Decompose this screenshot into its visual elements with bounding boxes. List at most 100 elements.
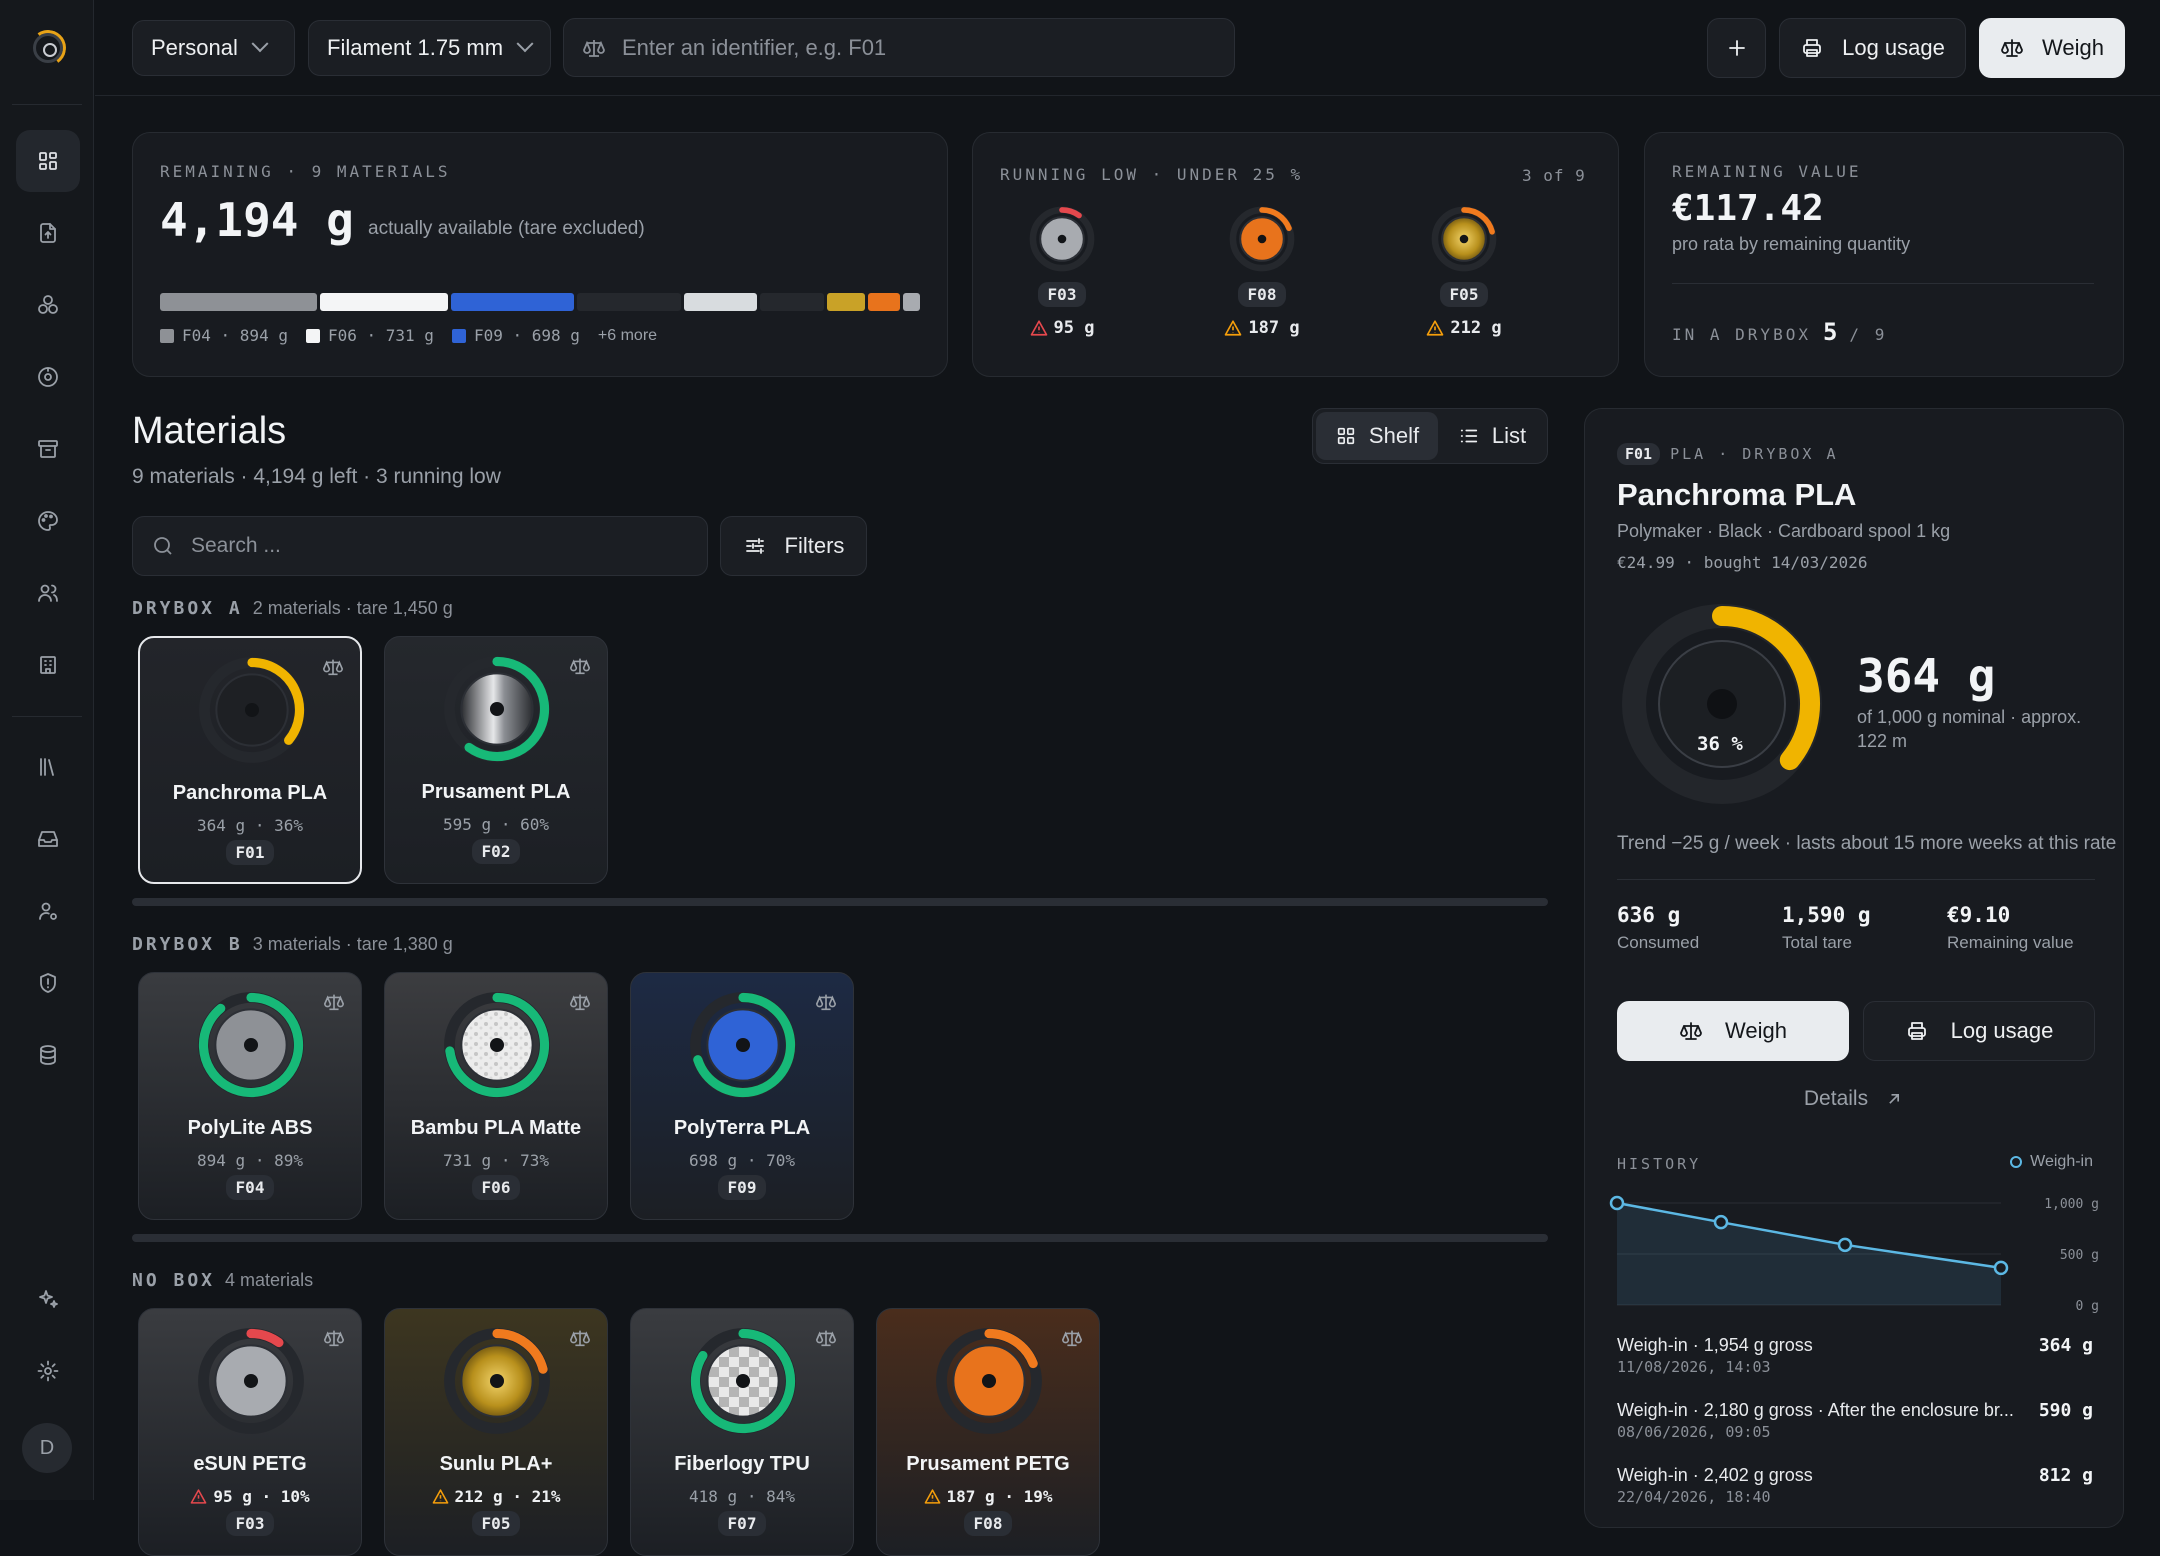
warning-icon — [924, 1489, 940, 1504]
scale-icon[interactable] — [569, 655, 591, 677]
sidebar-item-dashboard[interactable] — [16, 130, 80, 192]
detail-percent: 36 % — [1697, 733, 1743, 755]
spool-gauge — [444, 1328, 550, 1434]
weigh-button[interactable]: Weigh — [1979, 18, 2125, 78]
scale-icon[interactable] — [323, 991, 345, 1013]
material-tile-F09[interactable]: PolyTerra PLA 698 g · 70% F09 — [630, 972, 854, 1220]
history-legend-label: Weigh-in — [2030, 1153, 2093, 1170]
sidebar-item-import[interactable] — [16, 202, 80, 264]
history-row-date: 08/06/2026, 09:05 — [1617, 1423, 1771, 1441]
workspace-select[interactable]: Personal — [132, 20, 295, 76]
legend-more[interactable]: +6 more — [598, 327, 657, 345]
sidebar-item-colors[interactable] — [16, 490, 80, 552]
sidebar-item-storage[interactable] — [16, 418, 80, 480]
printer-icon — [1907, 1022, 1926, 1040]
sidebar-item-library[interactable] — [16, 736, 80, 798]
view-list-button[interactable]: List — [1440, 412, 1544, 460]
sidebar-item-spools[interactable] — [16, 346, 80, 408]
tile-stat: 894 g · 89% — [197, 1151, 303, 1170]
drybox-summary: IN A DRYBOX 5 / 9 — [1672, 318, 1887, 346]
y-tick-label: 1,000 g — [2044, 1197, 2099, 1212]
sidebar-item-user-settings[interactable] — [16, 880, 80, 942]
scale-icon[interactable] — [815, 1327, 837, 1349]
database-icon — [40, 1045, 56, 1065]
scale-icon[interactable] — [323, 1327, 345, 1349]
tile-name: Panchroma PLA — [172, 782, 328, 804]
identifier-input[interactable]: Enter an identifier, e.g. F01 — [563, 18, 1235, 77]
scale-icon — [2001, 39, 2023, 57]
scale-icon[interactable] — [1061, 1327, 1083, 1349]
add-button[interactable] — [1707, 18, 1766, 78]
detail-weigh-button[interactable]: Weigh — [1617, 1001, 1849, 1061]
detail-meta: PLA · DRYBOX A — [1670, 445, 1839, 463]
tile-name: PolyLite ABS — [187, 1117, 313, 1139]
history-row[interactable]: Weigh-in · 2,180 g gross · After the enc… — [1617, 1400, 2093, 1441]
running-low-item[interactable]: F08 187 g — [1202, 206, 1322, 346]
tile-stat: 731 g · 73% — [443, 1151, 549, 1170]
data-point[interactable] — [1993, 1260, 2009, 1276]
material-type-select[interactable]: Filament 1.75 mm — [308, 20, 551, 76]
search-input[interactable]: Search ... — [132, 516, 708, 576]
stat-value: 636 g — [1617, 903, 1681, 927]
material-tile-F08[interactable]: Prusament PETG 187 g · 19% F08 — [876, 1308, 1100, 1556]
spools-icon — [38, 295, 58, 314]
material-tile-F02[interactable]: Prusament PLA 595 g · 60% F02 — [384, 636, 608, 884]
detail-log-usage-label: Log usage — [1950, 1018, 2054, 1043]
sidebar-item-locations[interactable] — [16, 634, 80, 696]
sidebar-item-team[interactable] — [16, 562, 80, 624]
tile-id: F09 — [717, 1175, 767, 1200]
stat-value: €9.10 — [1947, 903, 2011, 927]
sidebar-item-ai[interactable] — [16, 1268, 80, 1330]
spool-hub — [243, 1037, 259, 1053]
spool-hub — [244, 702, 260, 718]
material-tile-F01[interactable]: Panchroma PLA 364 g · 36% F01 — [138, 636, 362, 884]
group-info: 2 materials · tare 1,450 g — [252, 598, 453, 618]
sidebar-item-security[interactable] — [16, 952, 80, 1014]
sidebar-item-settings[interactable] — [16, 1340, 80, 1402]
material-tile-F05[interactable]: Sunlu PLA+ 212 g · 21% F05 — [384, 1308, 608, 1556]
running-low-item[interactable]: F03 95 g — [1002, 206, 1122, 346]
tile-id: F03 — [225, 1511, 275, 1536]
details-link[interactable]: Details — [1585, 1087, 2123, 1111]
material-tile-F07[interactable]: Fiberlogy TPU 418 g · 84% F07 — [630, 1308, 854, 1556]
material-tile-F06[interactable]: Bambu PLA Matte 731 g · 73% F06 — [384, 972, 608, 1220]
detail-log-usage-button[interactable]: Log usage — [1863, 1001, 2095, 1061]
legend-marker — [2010, 1156, 2023, 1168]
stack-segment-F08 — [867, 293, 901, 311]
material-tile-F04[interactable]: PolyLite ABS 894 g · 89% F04 — [138, 972, 362, 1220]
data-point[interactable] — [1837, 1237, 1853, 1253]
workspace-label: Personal — [151, 35, 238, 60]
scale-icon[interactable] — [815, 991, 837, 1013]
sidebar-item-materials[interactable] — [16, 274, 80, 336]
warning-icon — [1030, 320, 1047, 336]
stack-segment-F06 — [319, 293, 449, 311]
sidebar-item-inbox[interactable] — [16, 808, 80, 870]
spool-gauge — [1029, 206, 1095, 272]
plus-icon — [1728, 40, 1745, 56]
filters-button[interactable]: Filters — [720, 516, 867, 576]
inbox-icon — [38, 831, 58, 847]
spool-hub — [243, 1373, 259, 1389]
spool-gauge — [444, 992, 550, 1098]
scale-icon[interactable] — [569, 1327, 591, 1349]
view-shelf-button[interactable]: Shelf — [1316, 412, 1438, 460]
avatar[interactable]: D — [22, 1423, 72, 1473]
history-row-value: 364 g — [2038, 1335, 2093, 1356]
group-name: DRYBOX B — [132, 934, 243, 955]
scale-icon[interactable] — [322, 656, 344, 678]
sidebar-item-database[interactable] — [16, 1024, 80, 1086]
running-low-item[interactable]: F05 212 g — [1404, 206, 1524, 346]
archive-icon — [38, 440, 58, 458]
spool-id: F08 — [1237, 282, 1287, 307]
data-point[interactable] — [1713, 1214, 1729, 1230]
user-cog-icon — [39, 902, 57, 920]
scale-icon[interactable] — [569, 991, 591, 1013]
search-placeholder: Search ... — [191, 534, 281, 557]
scale-icon — [1680, 1022, 1702, 1040]
filters-label: Filters — [784, 533, 845, 558]
history-row[interactable]: Weigh-in · 1,954 g gross 11/08/2026, 14:… — [1617, 1335, 2093, 1376]
detail-weigh-label: Weigh — [1725, 1018, 1787, 1043]
material-tile-F03[interactable]: eSUN PETG 95 g · 10% F03 — [138, 1308, 362, 1556]
data-point[interactable] — [1609, 1195, 1625, 1211]
log-usage-button[interactable]: Log usage — [1779, 18, 1966, 78]
